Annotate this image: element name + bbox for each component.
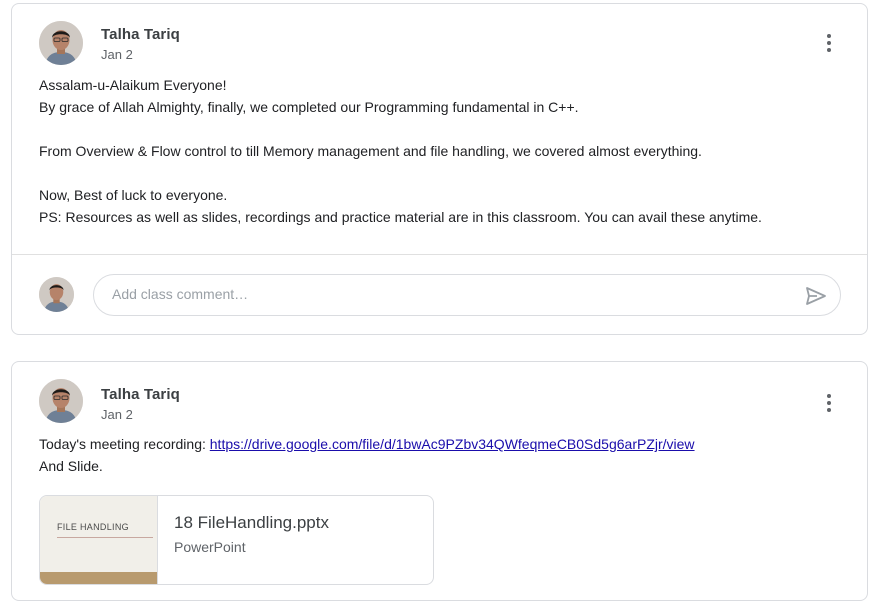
send-icon[interactable] [804,284,828,308]
more-vert-icon[interactable] [817,391,841,415]
post-line: And Slide. [39,458,103,474]
comment-input[interactable] [110,285,794,303]
post-line: From Overview & Flow control to till Mem… [39,143,702,159]
attachment-thumbnail: FILE HANDLING [40,496,158,584]
thumbnail-rule [57,537,153,538]
post-date: Jan 2 [101,47,133,62]
attachment-name: 18 FileHandling.pptx [174,513,329,532]
more-vert-icon[interactable] [817,31,841,55]
thumbnail-title: FILE HANDLING [57,522,129,532]
post-line: Today's meeting recording: https://drive… [39,433,695,455]
attachment-card[interactable]: FILE HANDLING 18 FileHandling.pptx Power… [39,495,434,585]
post-line: Assalam-u-Alaikum Everyone! [39,77,227,93]
divider [12,254,867,255]
author-avatar[interactable] [39,379,83,423]
post-body: Today's meeting recording: https://drive… [39,433,695,477]
post-text: Today's meeting recording: [39,436,210,452]
post-body: Assalam-u-Alaikum Everyone! By grace of … [39,74,762,228]
commenter-avatar [39,277,74,312]
post-card: Talha Tariq Jan 2 Assalam-u-Alaikum Ever… [11,3,868,335]
author-name: Talha Tariq [101,386,180,403]
post-line: By grace of Allah Almighty, finally, we … [39,99,579,115]
attachment-type: PowerPoint [174,539,246,555]
author-avatar[interactable] [39,21,83,65]
comment-box [93,274,841,316]
post-line: PS: Resources as well as slides, recordi… [39,209,762,225]
post-card: Talha Tariq Jan 2 Today's meeting record… [11,361,868,601]
post-date: Jan 2 [101,407,133,422]
author-name: Talha Tariq [101,26,180,43]
thumbnail-strip [40,572,157,584]
recording-link[interactable]: https://drive.google.com/file/d/1bwAc9PZ… [210,436,695,452]
post-line: Now, Best of luck to everyone. [39,187,228,203]
